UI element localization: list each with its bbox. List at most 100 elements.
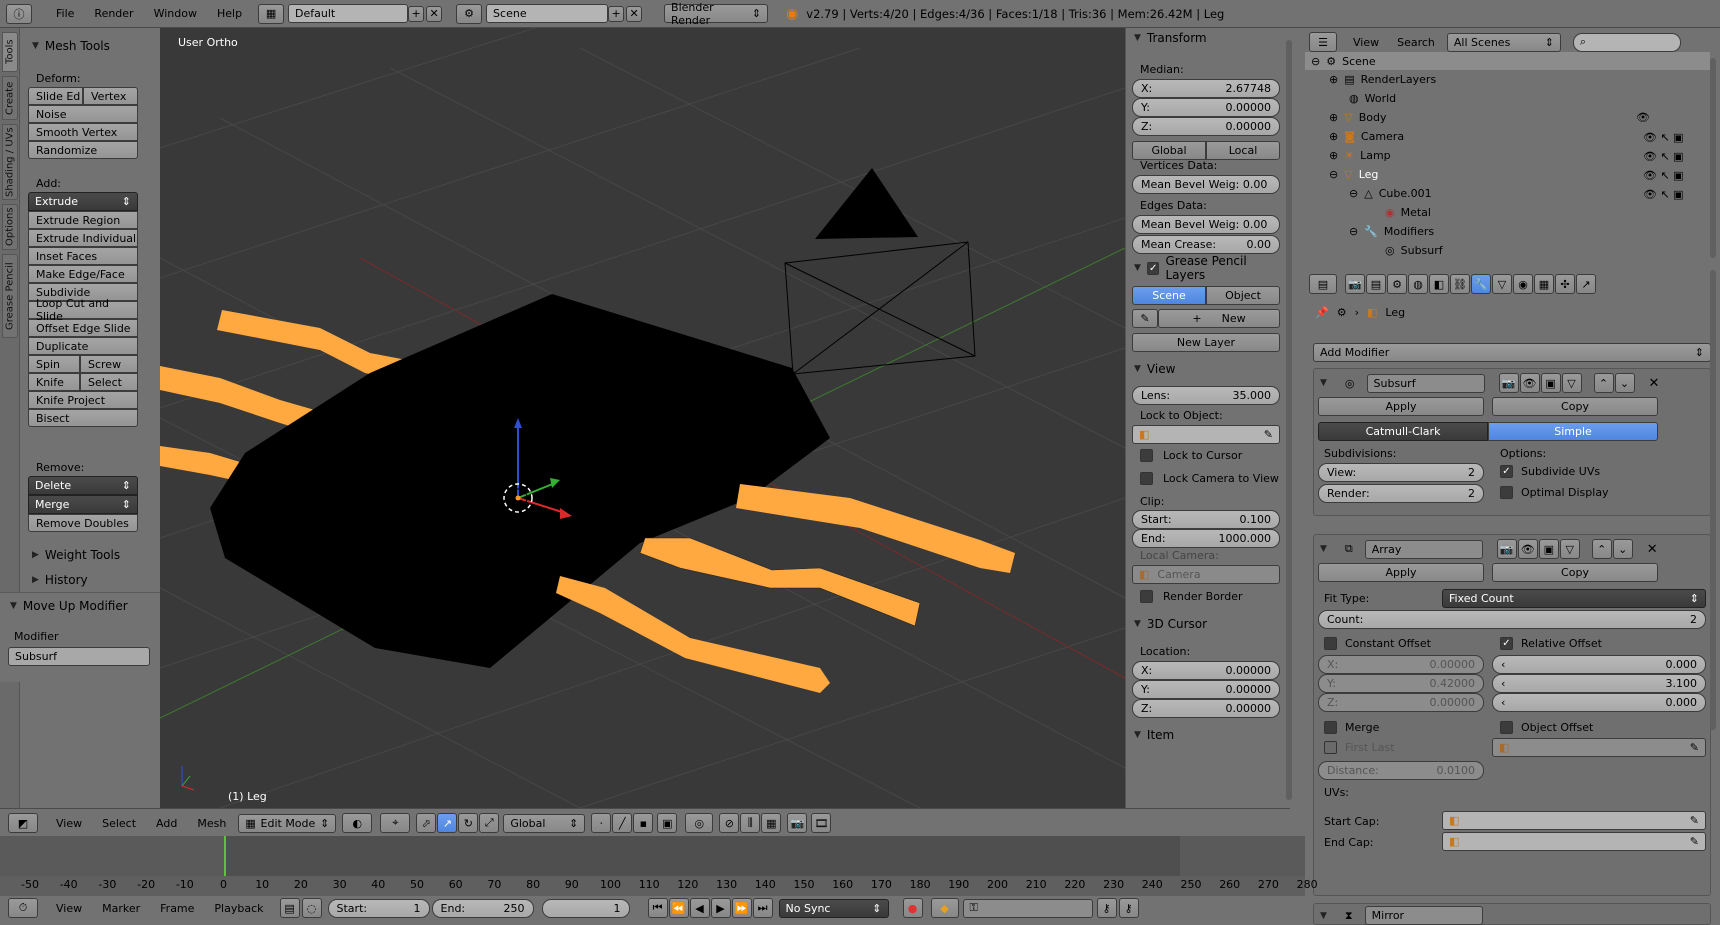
array-apply-button[interactable]: Apply bbox=[1318, 563, 1484, 582]
gp-new-button[interactable]: + New bbox=[1158, 309, 1280, 328]
cage-toggle-icon[interactable]: ▽ bbox=[1559, 539, 1580, 559]
tree-row-renderlayers[interactable]: ⊕ ▤ RenderLayers bbox=[1305, 70, 1710, 89]
eye-icon[interactable]: 👁 bbox=[1636, 111, 1650, 124]
translate-manipulator-icon[interactable]: ↗ bbox=[437, 813, 458, 833]
merge-checkbox[interactable] bbox=[1324, 721, 1337, 734]
menu-render[interactable]: Render bbox=[84, 7, 143, 20]
slide-edge-button[interactable]: Slide Ed bbox=[28, 87, 83, 105]
knife-select-button[interactable]: Select bbox=[80, 373, 138, 391]
median-y-field[interactable]: Y: 0.00000 bbox=[1132, 98, 1280, 117]
manipulator-toggle-icon[interactable]: ⬀ bbox=[416, 813, 437, 833]
delete-menu[interactable]: Delete ⇕ bbox=[28, 476, 138, 495]
material-tab-icon[interactable]: ◉ bbox=[1513, 274, 1533, 294]
clip-end-field[interactable]: End: 1000.000 bbox=[1132, 529, 1280, 548]
current-frame-line[interactable] bbox=[224, 836, 226, 876]
editor-type-icon[interactable]: ◩ bbox=[8, 813, 38, 833]
constant-z-field[interactable]: Z: 0.00000 bbox=[1318, 693, 1484, 712]
viewport-mesh-menu[interactable]: Mesh bbox=[197, 817, 226, 830]
make-edge-face-button[interactable]: Make Edge/Face bbox=[28, 265, 138, 283]
add-modifier-select[interactable]: Add Modifier ⇕ bbox=[1313, 343, 1711, 362]
timeline-editor[interactable]: -50 -40 -30 -20 -10 0 10 20 30 40 50 60 70 80 90 100 110… bbox=[0, 836, 1318, 896]
vertex-select-icon[interactable]: ⋅ bbox=[591, 813, 612, 833]
collapse-triangle-icon[interactable]: ▼ bbox=[1320, 378, 1327, 388]
outliner-view-menu[interactable]: View bbox=[1353, 36, 1379, 49]
object-offset-checkbox[interactable] bbox=[1500, 721, 1513, 734]
viewport-toggle-icon[interactable]: 👁 bbox=[1517, 539, 1538, 559]
play-icon[interactable]: ▶ bbox=[710, 898, 731, 918]
extrude-menu[interactable]: Extrude ⇕ bbox=[28, 192, 138, 211]
properties-editor-icon[interactable]: ▤ bbox=[1309, 274, 1337, 294]
subsurf-apply-button[interactable]: Apply bbox=[1318, 397, 1484, 416]
timeline-view-menu[interactable]: View bbox=[56, 902, 82, 915]
knife-button[interactable]: Knife bbox=[28, 373, 80, 391]
editmode-toggle-icon[interactable]: ▣ bbox=[1538, 539, 1559, 559]
close-scene-icon[interactable]: ✕ bbox=[626, 5, 643, 22]
object-tab-icon[interactable]: ◧ bbox=[1429, 274, 1449, 294]
modifier-name-field[interactable]: Subsurf bbox=[8, 647, 150, 666]
menu-window[interactable]: Window bbox=[144, 7, 207, 20]
pin-icon[interactable]: 📌 bbox=[1315, 306, 1329, 319]
opengl-anim-icon[interactable]: 🎞 bbox=[811, 813, 832, 833]
clip-start-field[interactable]: Start: 0.100 bbox=[1132, 510, 1280, 529]
keying-set-icon[interactable]: ◆ bbox=[930, 898, 959, 918]
shading-select-icon[interactable]: ◐ bbox=[342, 813, 373, 833]
tree-row-scene[interactable]: ⊖ ⚙ Scene bbox=[1305, 52, 1710, 70]
tree-row-body[interactable]: ⊕ ▽ Body 👁 bbox=[1305, 108, 1710, 127]
median-z-field[interactable]: Z: 0.00000 bbox=[1132, 117, 1280, 136]
array-copy-button[interactable]: Copy bbox=[1492, 563, 1658, 582]
move-up-icon[interactable]: ⌃ bbox=[1591, 539, 1612, 559]
knife-project-button[interactable]: Knife Project bbox=[28, 391, 138, 409]
transform-header[interactable]: ▼ Transform bbox=[1134, 28, 1207, 48]
viewport-add-menu[interactable]: Add bbox=[156, 817, 177, 830]
keying-set-field[interactable]: ⚿ bbox=[962, 898, 1093, 918]
prev-keyframe-icon[interactable]: ⏪ bbox=[668, 898, 689, 918]
info-editor-icon[interactable]: ⓘ bbox=[6, 3, 32, 24]
3d-viewport[interactable]: User Ortho (1) Leg bbox=[160, 28, 1125, 808]
mean-crease-field[interactable]: Mean Crease: 0.00 bbox=[1132, 235, 1280, 254]
outliner-search-input[interactable]: ⌕ bbox=[1572, 32, 1681, 52]
subdivide-uvs-checkbox[interactable]: ✓ bbox=[1500, 465, 1513, 478]
physics-tab-icon[interactable]: ↗ bbox=[1576, 274, 1596, 294]
tree-row-subsurf[interactable]: ◎ Subsurf bbox=[1305, 241, 1710, 260]
tab-create[interactable]: Create bbox=[2, 76, 18, 120]
constant-offset-checkbox[interactable] bbox=[1324, 637, 1337, 650]
grease-pencil-checkbox[interactable]: ✓ bbox=[1146, 261, 1160, 275]
transform-orientation-select[interactable]: Global ⇕ bbox=[503, 813, 586, 833]
mesh-tools-header[interactable]: ▼ Mesh Tools bbox=[32, 36, 110, 56]
data-tab-icon[interactable]: ▽ bbox=[1492, 274, 1512, 294]
properties-scrollbar[interactable] bbox=[1710, 270, 1716, 730]
screen-layout-icon[interactable]: ▦ bbox=[258, 3, 285, 24]
add-screen-icon[interactable]: + bbox=[408, 5, 425, 22]
relative-y-field[interactable]: ‹ 3.100 bbox=[1492, 674, 1706, 693]
delete-keyframe-icon[interactable]: ⚷ bbox=[1118, 898, 1139, 918]
cursor-z-field[interactable]: Z: 0.00000 bbox=[1132, 699, 1280, 718]
noise-button[interactable]: Noise bbox=[28, 105, 138, 123]
inset-faces-button[interactable]: Inset Faces bbox=[28, 247, 138, 265]
viewport-toggle-icon[interactable]: 👁 bbox=[1519, 373, 1540, 393]
tab-tools[interactable]: Tools bbox=[2, 32, 18, 72]
render-levels-field[interactable]: Render: 2 bbox=[1318, 484, 1484, 503]
relative-z-field[interactable]: ‹ 0.000 bbox=[1492, 693, 1706, 712]
lock-camera-checkbox[interactable] bbox=[1140, 472, 1153, 485]
face-select-icon[interactable]: ▪ bbox=[633, 813, 654, 833]
render-tab-icon[interactable]: 📷 bbox=[1345, 274, 1365, 294]
pivot-point-icon[interactable]: ⌖ bbox=[380, 813, 411, 833]
view-header[interactable]: ▼ View bbox=[1134, 359, 1175, 379]
count-field[interactable]: Count: 2 bbox=[1318, 610, 1706, 629]
scale-manipulator-icon[interactable]: ⤢ bbox=[479, 813, 500, 833]
render-border-checkbox[interactable] bbox=[1140, 590, 1153, 603]
opengl-render-icon[interactable]: 📷 bbox=[787, 813, 808, 833]
randomize-button[interactable]: Randomize bbox=[28, 141, 138, 159]
play-reverse-icon[interactable]: ◀ bbox=[689, 898, 710, 918]
scene-field[interactable]: Scene bbox=[486, 4, 609, 23]
smooth-vertex-button[interactable]: Smooth Vertex bbox=[28, 123, 138, 141]
new-layer-button[interactable]: New Layer bbox=[1132, 333, 1280, 352]
edge-select-icon[interactable]: ╱ bbox=[612, 813, 633, 833]
subsurf-copy-button[interactable]: Copy bbox=[1492, 397, 1658, 416]
lock-to-cursor-checkbox[interactable] bbox=[1140, 449, 1153, 462]
start-cap-field[interactable]: ◧ ✎ bbox=[1442, 811, 1706, 830]
viewport-view-menu[interactable]: View bbox=[56, 817, 82, 830]
view-levels-field[interactable]: View: 2 bbox=[1318, 463, 1484, 482]
local-toggle[interactable]: Local bbox=[1206, 141, 1280, 160]
grease-pencil-header[interactable]: ▼ ✓ Grease Pencil Layers bbox=[1134, 254, 1285, 282]
